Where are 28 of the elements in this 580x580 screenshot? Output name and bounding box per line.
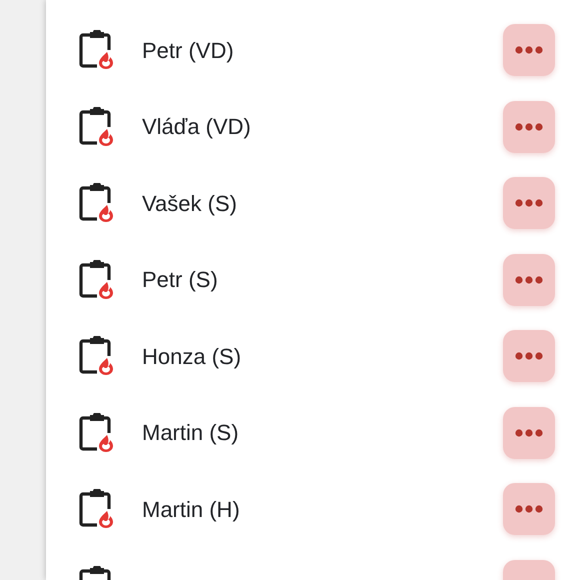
more-icon (515, 352, 543, 360)
person-name: Petr (VD) (142, 36, 235, 65)
clipboard-fire-icon (79, 30, 115, 70)
clipboard-fire-icon (79, 106, 115, 147)
more-button[interactable] (503, 406, 555, 459)
more-icon (515, 122, 543, 131)
clipboard-fire-icon (79, 183, 115, 224)
person-name: Vašek (S) (142, 190, 238, 218)
clipboard-fire-icon (79, 260, 115, 300)
person-name: Honza (S) (142, 342, 242, 371)
more-button[interactable] (503, 177, 555, 230)
more-icon (515, 199, 543, 208)
person-name: Martin (S) (142, 419, 240, 448)
more-button[interactable] (503, 330, 555, 382)
more-icon (515, 46, 543, 54)
clipboard-fire-icon (79, 489, 115, 530)
more-button[interactable] (503, 483, 555, 536)
clipboard-fire-icon (79, 412, 115, 453)
more-button[interactable] (503, 24, 555, 76)
more-icon (515, 505, 543, 514)
person-name: Vláďa (VD) (142, 113, 252, 142)
more-icon (515, 276, 543, 284)
person-name: Petr (S) (142, 266, 219, 294)
clipboard-fire-icon (79, 336, 115, 376)
more-button[interactable] (503, 100, 555, 153)
person-name: Martin (H) (142, 496, 241, 524)
more-icon (515, 428, 543, 437)
more-button[interactable] (503, 254, 555, 306)
